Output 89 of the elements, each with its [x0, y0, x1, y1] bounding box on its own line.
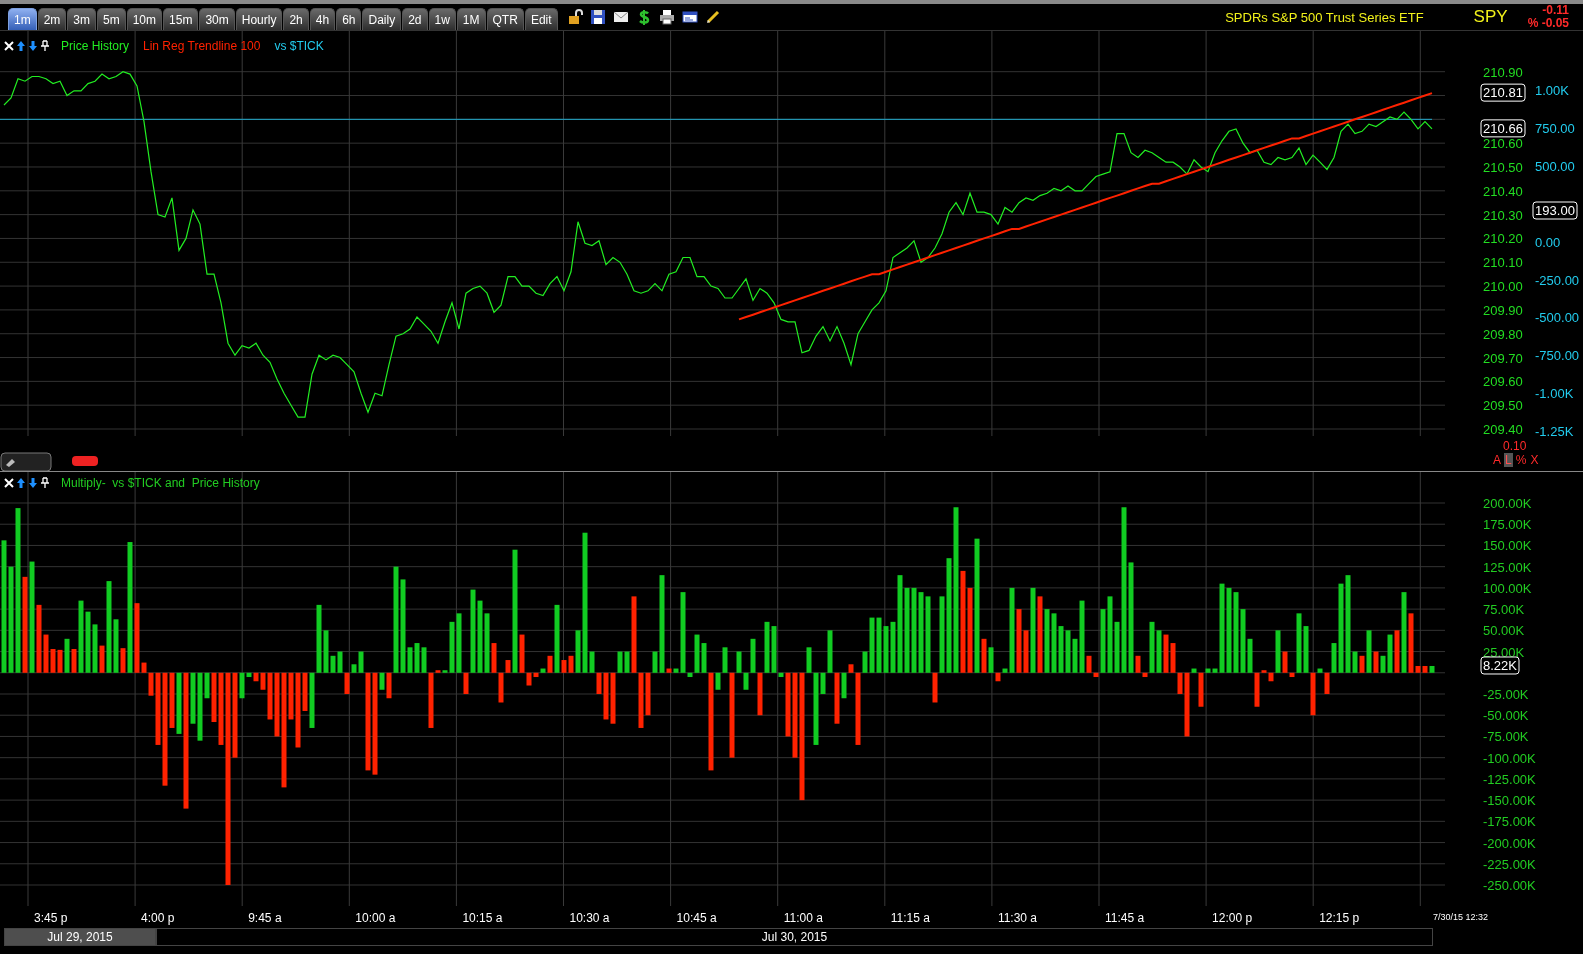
scale-button[interactable]: %	[1514, 453, 1528, 467]
axis-label: 210.00	[1483, 279, 1523, 295]
time-label: 11:45 a	[1105, 911, 1145, 925]
time-label: 12:00 p	[1212, 911, 1253, 925]
axis-label: -250.00K	[1483, 878, 1536, 893]
timeframe-tab[interactable]: 3m	[67, 8, 96, 30]
axis-label: 210.40	[1483, 183, 1523, 199]
axis-label: -150.00K	[1483, 793, 1536, 809]
timeframe-tab[interactable]: 1w	[428, 8, 456, 30]
time-label: 3:45 p	[34, 911, 68, 925]
timeframe-tab[interactable]: 30m	[199, 8, 235, 30]
time-label: 10:00 a	[355, 911, 396, 925]
ticker-symbol: SPY	[1473, 7, 1508, 27]
axis-label: 209.80	[1483, 326, 1523, 342]
timeframe-tab[interactable]: 2m	[37, 8, 67, 30]
axis-label: -125.00K	[1483, 771, 1536, 787]
timeframe-tab[interactable]: 5m	[97, 8, 126, 30]
axis-label: 200.00K	[1483, 496, 1532, 511]
axis-label: -100.00K	[1483, 750, 1536, 766]
timeframe-tab[interactable]: 4h	[309, 8, 336, 30]
axis-label: 150.00K	[1483, 538, 1532, 554]
timeframe-tab[interactable]: Hourly	[235, 8, 283, 30]
axis-label: -175.00K	[1483, 814, 1536, 830]
percent-change: % -0.05	[1527, 17, 1569, 30]
axis-label: 209.90	[1483, 302, 1523, 318]
axis-label: 100.00K	[1483, 580, 1532, 596]
axis-label: 209.70	[1483, 350, 1523, 366]
axis-label: -250.00	[1535, 272, 1580, 288]
axis-label: 125.00K	[1483, 559, 1532, 575]
legend-label: Lin Reg Trendline 100	[143, 39, 261, 53]
axis-label: 0.00	[1535, 234, 1561, 250]
date-label: Jul 29, 2015	[4, 928, 156, 946]
timeframe-tab[interactable]: 2d	[402, 8, 428, 30]
timeframe-tab[interactable]: QTR	[486, 8, 524, 30]
legend-label: Price History	[61, 39, 129, 53]
axis-label: 210.60	[1483, 136, 1523, 152]
legend-label: Multiply- vs $TICK and Price History	[61, 476, 260, 490]
axis-label: 500.00	[1535, 158, 1575, 174]
instrument-name: SPDRs S&P 500 Trust Series ETF	[1225, 9, 1424, 25]
timeframe-tab[interactable]: 1m	[8, 8, 37, 30]
axis-label: -500.00	[1535, 310, 1580, 326]
axis-label: 750.00	[1535, 120, 1575, 136]
scale-button[interactable]: X	[1529, 453, 1540, 467]
time-label: 9:45 a	[248, 911, 282, 925]
timeframe-tab[interactable]: 6h	[336, 8, 362, 30]
axis-label: 209.40	[1483, 422, 1523, 437]
price-value-label: 210.66	[1480, 119, 1526, 138]
timeframe-tab[interactable]: Edit	[524, 8, 558, 30]
scale-value: 0.10	[1503, 439, 1527, 453]
axis-label: 210.20	[1483, 231, 1523, 247]
time-label: 4:00 p	[141, 911, 175, 925]
axis-label: -1.00K	[1535, 386, 1574, 402]
time-label: 10:45 a	[676, 911, 717, 925]
timeframe-tab[interactable]: 2h	[283, 8, 309, 30]
axis-label: -200.00K	[1483, 835, 1536, 851]
axis-label: 1.00K	[1535, 83, 1569, 98]
axis-label: -75.00K	[1483, 729, 1529, 745]
time-label: 12:15 p	[1319, 911, 1360, 925]
price-value-label: 210.81	[1480, 83, 1526, 102]
axis-label: -225.00K	[1483, 856, 1536, 872]
indicator-value-label: 8.22K	[1480, 656, 1520, 675]
timeframe-tab[interactable]: Daily	[362, 8, 402, 30]
axis-label: 210.50	[1483, 160, 1523, 175]
axis-label: -1.25K	[1535, 424, 1574, 440]
timeframe-tab[interactable]: 15m	[163, 8, 199, 30]
timestamp-label: 7/30/15 12:32	[1433, 912, 1489, 922]
scale-button[interactable]: A	[1492, 453, 1502, 467]
timeframe-tab[interactable]: 10m	[126, 8, 163, 30]
tick-value-label: 193.00	[1532, 201, 1578, 220]
price-change: -0.11	[1542, 4, 1569, 17]
time-label: 10:30 a	[569, 911, 610, 925]
axis-label: 75.00K	[1483, 602, 1525, 618]
time-label: 11:15 a	[890, 911, 930, 925]
axis-label: 175.00K	[1483, 517, 1532, 533]
legend-label: vs $TICK	[274, 39, 324, 53]
time-label: 11:00 a	[783, 911, 823, 925]
axis-label: 210.90	[1483, 64, 1523, 80]
date-label: Jul 30, 2015	[156, 928, 1433, 946]
axis-label: -50.00K	[1483, 708, 1529, 724]
axis-label: 210.10	[1483, 255, 1523, 271]
axis-label: 209.50	[1483, 398, 1523, 414]
time-label: 10:15 a	[462, 911, 503, 925]
axis-label: 210.30	[1483, 207, 1523, 223]
axis-label: 50.00K	[1483, 623, 1525, 639]
axis-label: -750.00	[1535, 348, 1580, 364]
time-label: 11:30 a	[997, 911, 1038, 925]
axis-label: 209.60	[1483, 374, 1523, 390]
axis-label: -25.00K	[1483, 687, 1529, 702]
timeframe-tab[interactable]: 1M	[456, 8, 486, 30]
